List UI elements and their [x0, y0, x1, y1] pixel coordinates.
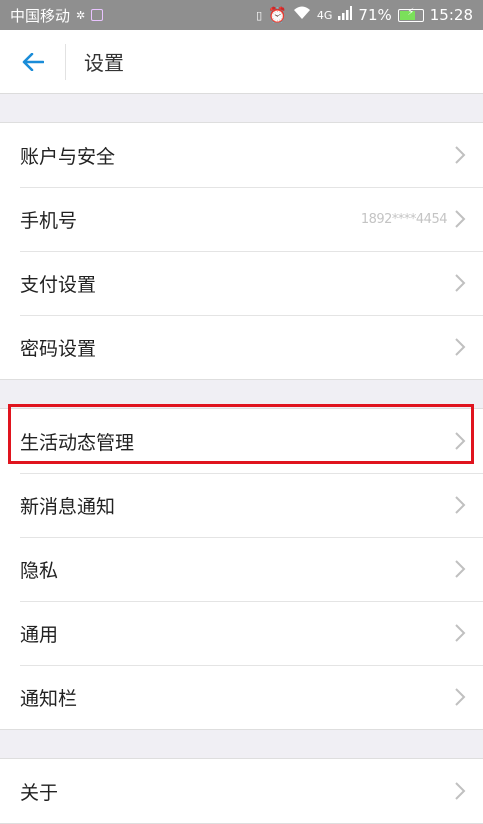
back-button[interactable]: [0, 43, 66, 80]
phone-number-value: 1892****4454: [360, 211, 448, 227]
battery-percent: 71%: [358, 6, 392, 24]
item-label: 隐私: [20, 559, 59, 582]
item-label: 账户与安全: [20, 145, 116, 168]
battery-icon: ⚡: [397, 7, 424, 22]
chevron-right-icon: [453, 145, 467, 165]
chevron-right-icon: [453, 337, 467, 357]
settings-item-account-security[interactable]: 账户与安全: [0, 123, 483, 187]
chevron-right-icon: [453, 495, 467, 515]
settings-item-privacy[interactable]: 隐私: [0, 537, 483, 601]
alarm-icon: ⏰: [268, 6, 287, 24]
settings-group-account: 账户与安全 手机号 1892****4454 支付设置 密码设置: [0, 122, 483, 380]
settings-group-about: 关于: [0, 758, 483, 824]
page-title: 设置: [84, 51, 124, 75]
item-label: 关于: [20, 781, 59, 804]
chevron-right-icon: [453, 273, 467, 293]
item-label: 生活动态管理: [20, 431, 135, 454]
item-label: 支付设置: [20, 273, 97, 296]
chevron-right-icon: [453, 623, 467, 643]
network-type: 4G: [316, 8, 333, 22]
settings-item-password[interactable]: 密码设置: [0, 315, 483, 379]
item-label: 新消息通知: [20, 495, 116, 518]
signal-icon: [338, 6, 353, 24]
notification-icon: [91, 9, 104, 21]
item-label: 密码设置: [20, 337, 97, 360]
vibrate-icon: ▯: [256, 8, 263, 22]
app-header: 设置: [0, 30, 483, 94]
settings-item-general[interactable]: 通用: [0, 601, 483, 665]
settings-item-notification-bar[interactable]: 通知栏: [0, 665, 483, 729]
item-label: 通用: [20, 623, 59, 646]
chevron-right-icon: [453, 781, 467, 801]
settings-item-notifications[interactable]: 新消息通知: [0, 473, 483, 537]
settings-item-phone[interactable]: 手机号 1892****4454: [0, 187, 483, 251]
settings-item-about[interactable]: 关于: [0, 759, 483, 823]
carrier-label: 中国移动: [10, 6, 71, 25]
chevron-right-icon: [453, 209, 467, 229]
usb-icon: ✲: [76, 8, 86, 22]
back-arrow-icon: [22, 52, 44, 71]
clock: 15:28: [429, 6, 473, 24]
chevron-right-icon: [453, 559, 467, 579]
item-label: 手机号: [20, 209, 78, 232]
wifi-icon: [293, 6, 311, 24]
status-bar: 中国移动 ✲ ▯ ⏰ 4G 71% ⚡ 15:28: [0, 0, 483, 30]
settings-item-payment[interactable]: 支付设置: [0, 251, 483, 315]
settings-item-moments[interactable]: 生活动态管理: [0, 409, 483, 473]
chevron-right-icon: [453, 431, 467, 451]
chevron-right-icon: [453, 687, 467, 707]
item-label: 通知栏: [20, 687, 78, 710]
settings-group-general: 生活动态管理 新消息通知 隐私 通用 通知栏: [0, 408, 483, 730]
